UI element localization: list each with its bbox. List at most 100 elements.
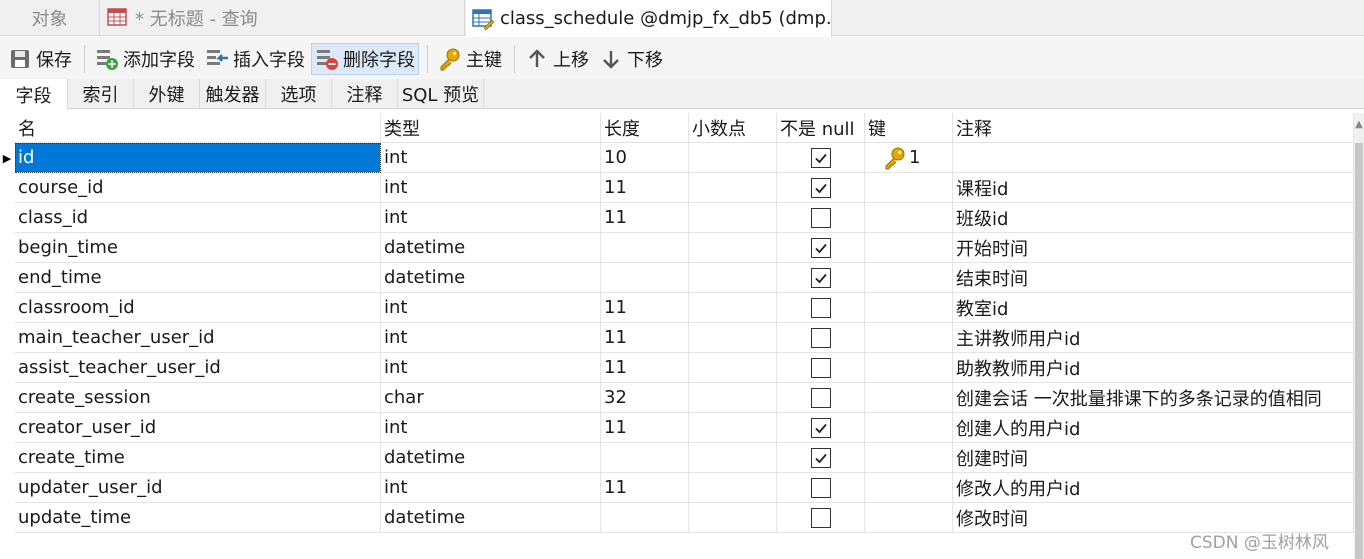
field-decimals-cell[interactable] bbox=[689, 473, 777, 503]
delete-field-button[interactable]: 删除字段 bbox=[311, 43, 419, 75]
field-name-cell[interactable]: create_session bbox=[15, 383, 381, 413]
field-comment-cell[interactable]: 主讲教师用户id bbox=[953, 323, 1354, 353]
field-length-cell[interactable]: 11 bbox=[601, 293, 689, 323]
table-row[interactable]: updater_user_id int 11 修改人的用户id bbox=[0, 473, 1364, 503]
not-null-checkbox[interactable] bbox=[810, 147, 831, 168]
not-null-checkbox[interactable] bbox=[810, 387, 831, 408]
field-name-cell[interactable]: creator_user_id bbox=[15, 413, 381, 443]
field-type-cell[interactable]: datetime bbox=[381, 443, 601, 473]
field-name-cell[interactable]: create_time bbox=[15, 443, 381, 473]
field-length-cell[interactable]: 10 bbox=[601, 143, 689, 173]
not-null-checkbox[interactable] bbox=[810, 267, 831, 288]
subtab-foreign-keys[interactable]: 外键 bbox=[134, 79, 200, 109]
field-comment-cell[interactable]: 修改人的用户id bbox=[953, 473, 1354, 503]
field-length-cell[interactable] bbox=[601, 233, 689, 263]
key-cell[interactable] bbox=[865, 233, 953, 263]
tab-objects[interactable]: 对象 bbox=[0, 0, 100, 36]
table-row[interactable]: course_id int 11 课程id bbox=[0, 173, 1364, 203]
field-name-cell[interactable]: end_time bbox=[15, 263, 381, 293]
not-null-checkbox[interactable] bbox=[810, 297, 831, 318]
key-cell[interactable] bbox=[865, 353, 953, 383]
not-null-checkbox[interactable] bbox=[810, 447, 831, 468]
field-type-cell[interactable]: char bbox=[381, 383, 601, 413]
table-row[interactable]: classroom_id int 11 教室id bbox=[0, 293, 1364, 323]
field-comment-cell[interactable]: 结束时间 bbox=[953, 263, 1354, 293]
field-type-cell[interactable]: int bbox=[381, 473, 601, 503]
save-button[interactable]: 保存 bbox=[4, 43, 76, 75]
not-null-checkbox[interactable] bbox=[810, 507, 831, 528]
key-cell[interactable] bbox=[865, 293, 953, 323]
key-cell[interactable] bbox=[865, 323, 953, 353]
field-type-cell[interactable]: int bbox=[381, 353, 601, 383]
field-type-cell[interactable]: int bbox=[381, 323, 601, 353]
field-name-cell[interactable]: classroom_id bbox=[15, 293, 381, 323]
field-decimals-cell[interactable] bbox=[689, 173, 777, 203]
key-cell[interactable] bbox=[865, 443, 953, 473]
field-decimals-cell[interactable] bbox=[689, 203, 777, 233]
field-type-cell[interactable]: int bbox=[381, 203, 601, 233]
field-type-cell[interactable]: datetime bbox=[381, 233, 601, 263]
not-null-checkbox[interactable] bbox=[810, 237, 831, 258]
field-name-cell[interactable]: main_teacher_user_id bbox=[15, 323, 381, 353]
field-length-cell[interactable]: 11 bbox=[601, 353, 689, 383]
subtab-comment[interactable]: 注释 bbox=[332, 79, 398, 109]
field-decimals-cell[interactable] bbox=[689, 233, 777, 263]
key-cell[interactable] bbox=[865, 473, 953, 503]
key-cell[interactable] bbox=[865, 503, 953, 533]
field-name-cell[interactable]: id bbox=[15, 143, 381, 173]
field-comment-cell[interactable]: 班级id bbox=[953, 203, 1354, 233]
subtab-indexes[interactable]: 索引 bbox=[68, 79, 134, 109]
field-comment-cell[interactable]: 创建会话 一次批量排课下的多条记录的值相同 bbox=[953, 383, 1354, 413]
field-length-cell[interactable]: 11 bbox=[601, 203, 689, 233]
tab-table-design[interactable]: class_schedule @dmjp_fx_db5 (dmp... bbox=[466, 0, 832, 37]
field-length-cell[interactable] bbox=[601, 263, 689, 293]
field-decimals-cell[interactable] bbox=[689, 263, 777, 293]
not-null-checkbox[interactable] bbox=[810, 417, 831, 438]
not-null-checkbox[interactable] bbox=[810, 177, 831, 198]
table-row[interactable]: begin_time datetime 开始时间 bbox=[0, 233, 1364, 263]
field-type-cell[interactable]: datetime bbox=[381, 263, 601, 293]
header-type[interactable]: 类型 bbox=[381, 113, 601, 143]
field-comment-cell[interactable] bbox=[953, 143, 1354, 173]
not-null-checkbox[interactable] bbox=[810, 477, 831, 498]
subtab-options[interactable]: 选项 bbox=[266, 79, 332, 109]
key-cell[interactable] bbox=[865, 263, 953, 293]
field-length-cell[interactable]: 11 bbox=[601, 473, 689, 503]
field-name-cell[interactable]: update_time bbox=[15, 503, 381, 533]
field-type-cell[interactable]: int bbox=[381, 173, 601, 203]
insert-field-button[interactable]: 插入字段 bbox=[201, 43, 309, 75]
header-not-null[interactable]: 不是 null bbox=[777, 113, 865, 143]
field-decimals-cell[interactable] bbox=[689, 143, 777, 173]
field-type-cell[interactable]: int bbox=[381, 413, 601, 443]
field-name-cell[interactable]: begin_time bbox=[15, 233, 381, 263]
header-decimals[interactable]: 小数点 bbox=[689, 113, 777, 143]
add-field-button[interactable]: 添加字段 bbox=[91, 43, 199, 75]
field-decimals-cell[interactable] bbox=[689, 443, 777, 473]
vertical-scrollbar[interactable]: ▲ bbox=[1354, 113, 1364, 559]
table-row[interactable]: creator_user_id int 11 创建人的用户id bbox=[0, 413, 1364, 443]
field-type-cell[interactable]: int bbox=[381, 143, 601, 173]
field-length-cell[interactable]: 32 bbox=[601, 383, 689, 413]
table-row[interactable]: ▶ id int 10 1 bbox=[0, 143, 1364, 173]
field-length-cell[interactable]: 11 bbox=[601, 413, 689, 443]
field-name-cell[interactable]: course_id bbox=[15, 173, 381, 203]
table-row[interactable]: create_time datetime 创建时间 bbox=[0, 443, 1364, 473]
field-length-cell[interactable]: 11 bbox=[601, 173, 689, 203]
field-name-cell[interactable]: updater_user_id bbox=[15, 473, 381, 503]
subtab-triggers[interactable]: 触发器 bbox=[200, 79, 266, 109]
field-length-cell[interactable]: 11 bbox=[601, 323, 689, 353]
field-comment-cell[interactable]: 开始时间 bbox=[953, 233, 1354, 263]
table-row[interactable]: class_id int 11 班级id bbox=[0, 203, 1364, 233]
not-null-checkbox[interactable] bbox=[810, 327, 831, 348]
not-null-checkbox[interactable] bbox=[810, 357, 831, 378]
field-name-cell[interactable]: assist_teacher_user_id bbox=[15, 353, 381, 383]
table-row[interactable]: end_time datetime 结束时间 bbox=[0, 263, 1364, 293]
table-row[interactable]: assist_teacher_user_id int 11 助教教师用户id bbox=[0, 353, 1364, 383]
field-comment-cell[interactable]: 创建人的用户id bbox=[953, 413, 1354, 443]
primary-key-button[interactable]: 主键 bbox=[434, 43, 506, 75]
tab-query[interactable]: * 无标题 - 查询 bbox=[101, 0, 465, 36]
header-comment[interactable]: 注释 bbox=[953, 113, 1354, 143]
field-decimals-cell[interactable] bbox=[689, 383, 777, 413]
field-comment-cell[interactable]: 教室id bbox=[953, 293, 1354, 323]
field-type-cell[interactable]: datetime bbox=[381, 503, 601, 533]
